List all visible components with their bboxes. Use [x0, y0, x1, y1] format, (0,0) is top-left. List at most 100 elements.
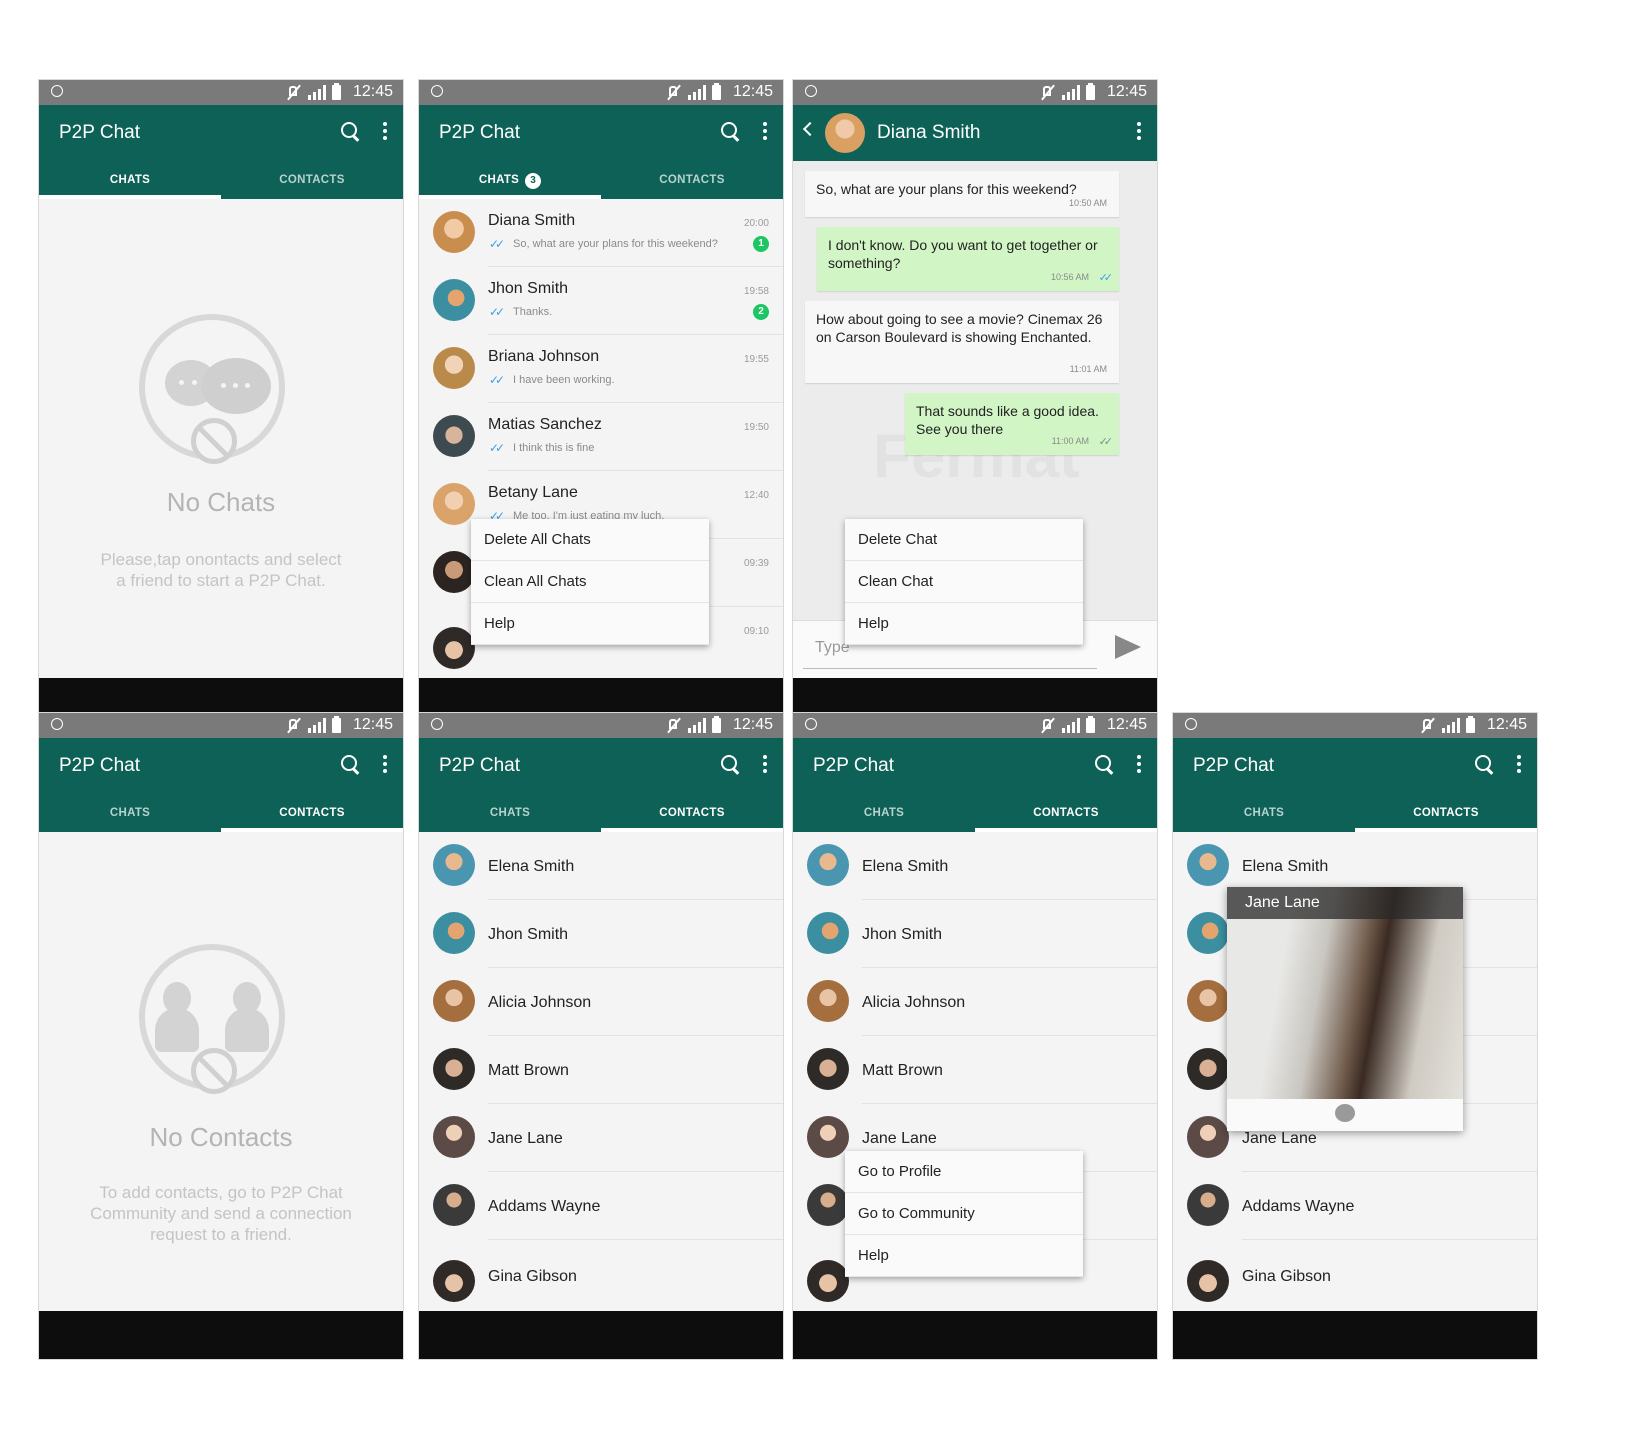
- empty-title: No Chats: [166, 487, 276, 517]
- message-time: 10:56 AM: [1050, 272, 1089, 282]
- search-icon[interactable]: [341, 755, 361, 775]
- empty-state: No Contacts To add contacts, go to P2P C…: [39, 832, 403, 1311]
- more-options-icon[interactable]: [1137, 122, 1141, 142]
- menu-help[interactable]: Help: [845, 1235, 1083, 1277]
- contact-name: Matt Brown: [488, 1062, 569, 1079]
- contact-row[interactable]: Jane Lane: [419, 1104, 783, 1172]
- more-options-icon[interactable]: [1517, 755, 1521, 775]
- battery-icon: [712, 716, 721, 733]
- menu-delete-chat[interactable]: Delete Chat: [845, 519, 1083, 561]
- tab-contacts[interactable]: CONTACTS: [601, 161, 783, 199]
- tab-chats[interactable]: CHATS: [39, 161, 221, 199]
- contact-row[interactable]: Gina Gibson: [419, 1240, 783, 1308]
- contact-row[interactable]: Matt Brown: [793, 1036, 1157, 1104]
- app-bar: P2P Chat: [419, 105, 783, 161]
- chat-header: Diana Smith: [793, 105, 1157, 161]
- tab-chats[interactable]: CHATS: [419, 794, 601, 832]
- contact-name[interactable]: Diana Smith: [877, 122, 981, 144]
- read-ticks-icon: ✓✓: [489, 441, 505, 455]
- no-contacts-icon: [139, 944, 285, 1094]
- chat-row[interactable]: Matias Sanchez ✓✓ I think this is fine 1…: [419, 403, 783, 471]
- more-options-icon[interactable]: [763, 755, 767, 775]
- search-icon[interactable]: [721, 755, 741, 775]
- signal-icon: [308, 717, 326, 733]
- tab-bar: CHATS CONTACTS: [419, 794, 783, 832]
- tab-contacts[interactable]: CONTACTS: [975, 794, 1157, 832]
- contact-name: Jhon Smith: [488, 926, 569, 943]
- chat-time: 12:40: [743, 490, 769, 501]
- tab-bar: CHATS CONTACTS: [793, 794, 1157, 832]
- avatar: [1187, 1184, 1229, 1226]
- system-nav-bar: [419, 1311, 783, 1359]
- back-icon[interactable]: [802, 121, 818, 137]
- contact-row[interactable]: Addams Wayne: [1173, 1172, 1537, 1240]
- menu-clean-chat[interactable]: Clean Chat: [845, 561, 1083, 603]
- tab-chats[interactable]: CHATS: [39, 794, 221, 832]
- read-ticks-icon: ✓✓: [489, 237, 505, 251]
- contact-row[interactable]: Matt Brown: [419, 1036, 783, 1104]
- battery-icon: [332, 716, 341, 733]
- contact-name: Elena Smith: [488, 858, 575, 875]
- search-icon[interactable]: [1095, 755, 1115, 775]
- contact-name: Alicia Johnson: [862, 994, 966, 1011]
- tab-contacts[interactable]: CONTACTS: [221, 161, 403, 199]
- signal-icon: [688, 717, 706, 733]
- status-bar: 12:45: [419, 713, 783, 738]
- menu-help[interactable]: Help: [845, 603, 1083, 645]
- notification-icon: [431, 718, 443, 730]
- send-icon[interactable]: [1115, 635, 1141, 659]
- contact-row[interactable]: Addams Wayne: [419, 1172, 783, 1240]
- tab-contacts[interactable]: CONTACTS: [601, 794, 783, 832]
- signal-icon: [308, 84, 326, 100]
- contact-row[interactable]: Alicia Johnson: [419, 968, 783, 1036]
- contact-row[interactable]: Jhon Smith: [793, 900, 1157, 968]
- chat-list: Diana Smith ✓✓ So, what are your plans f…: [419, 199, 783, 678]
- search-icon[interactable]: [1475, 755, 1495, 775]
- menu-delete-all-chats[interactable]: Delete All Chats: [471, 519, 709, 561]
- chat-preview: So, what are your plans for this weekend…: [513, 238, 718, 250]
- chat-row[interactable]: Jhon Smith ✓✓ Thanks. 19:58 2: [419, 267, 783, 335]
- empty-line-1: Please,tap onontacts and select: [100, 550, 342, 569]
- message-time: 11:00 AM: [1051, 436, 1089, 446]
- avatar: [807, 1048, 849, 1090]
- message-text: How about going to see a movie? Cinemax …: [816, 311, 1103, 345]
- tab-chats[interactable]: CHATS 3: [419, 161, 601, 199]
- avatar: [1187, 980, 1229, 1022]
- status-bar: 12:45: [39, 80, 403, 105]
- chat-name: Matias Sanchez: [488, 416, 602, 433]
- status-bar: 12:45: [793, 713, 1157, 738]
- search-icon[interactable]: [721, 122, 741, 142]
- tab-contacts[interactable]: CONTACTS: [221, 794, 403, 832]
- more-options-icon[interactable]: [383, 122, 387, 142]
- menu-help[interactable]: Help: [471, 603, 709, 645]
- avatar: [433, 483, 475, 525]
- chat-row[interactable]: Diana Smith ✓✓ So, what are your plans f…: [419, 199, 783, 267]
- menu-clean-all-chats[interactable]: Clean All Chats: [471, 561, 709, 603]
- screen-contacts-menu: 12:45 P2P Chat CHATS CONTACTS Elena Smit…: [793, 713, 1157, 1359]
- contact-name: Elena Smith: [1242, 858, 1329, 875]
- contact-row[interactable]: Gina Gibson: [1173, 1240, 1537, 1308]
- tab-contacts[interactable]: CONTACTS: [1355, 794, 1537, 832]
- app-title: P2P Chat: [813, 755, 894, 776]
- contact-row[interactable]: Elena Smith: [793, 832, 1157, 900]
- more-options-icon[interactable]: [1137, 755, 1141, 775]
- search-icon[interactable]: [341, 122, 361, 142]
- contact-row[interactable]: Elena Smith: [419, 832, 783, 900]
- tab-chats[interactable]: CHATS: [1173, 794, 1355, 832]
- tab-chats[interactable]: CHATS: [793, 794, 975, 832]
- status-bar: 12:45: [419, 80, 783, 105]
- contact-row[interactable]: Alicia Johnson: [793, 968, 1157, 1036]
- battery-icon: [332, 83, 341, 100]
- chat-row[interactable]: Briana Johnson ✓✓ I have been working. 1…: [419, 335, 783, 403]
- chat-preview: I have been working.: [513, 374, 615, 386]
- chat-icon[interactable]: [1335, 1104, 1355, 1122]
- contact-row[interactable]: Jhon Smith: [419, 900, 783, 968]
- menu-go-to-community[interactable]: Go to Community: [845, 1193, 1083, 1235]
- status-time: 12:45: [1486, 716, 1527, 733]
- avatar: [807, 1116, 849, 1158]
- more-options-icon[interactable]: [763, 122, 767, 142]
- more-options-icon[interactable]: [383, 755, 387, 775]
- menu-go-to-profile[interactable]: Go to Profile: [845, 1151, 1083, 1193]
- avatar: [807, 980, 849, 1022]
- contact-avatar[interactable]: [825, 113, 865, 153]
